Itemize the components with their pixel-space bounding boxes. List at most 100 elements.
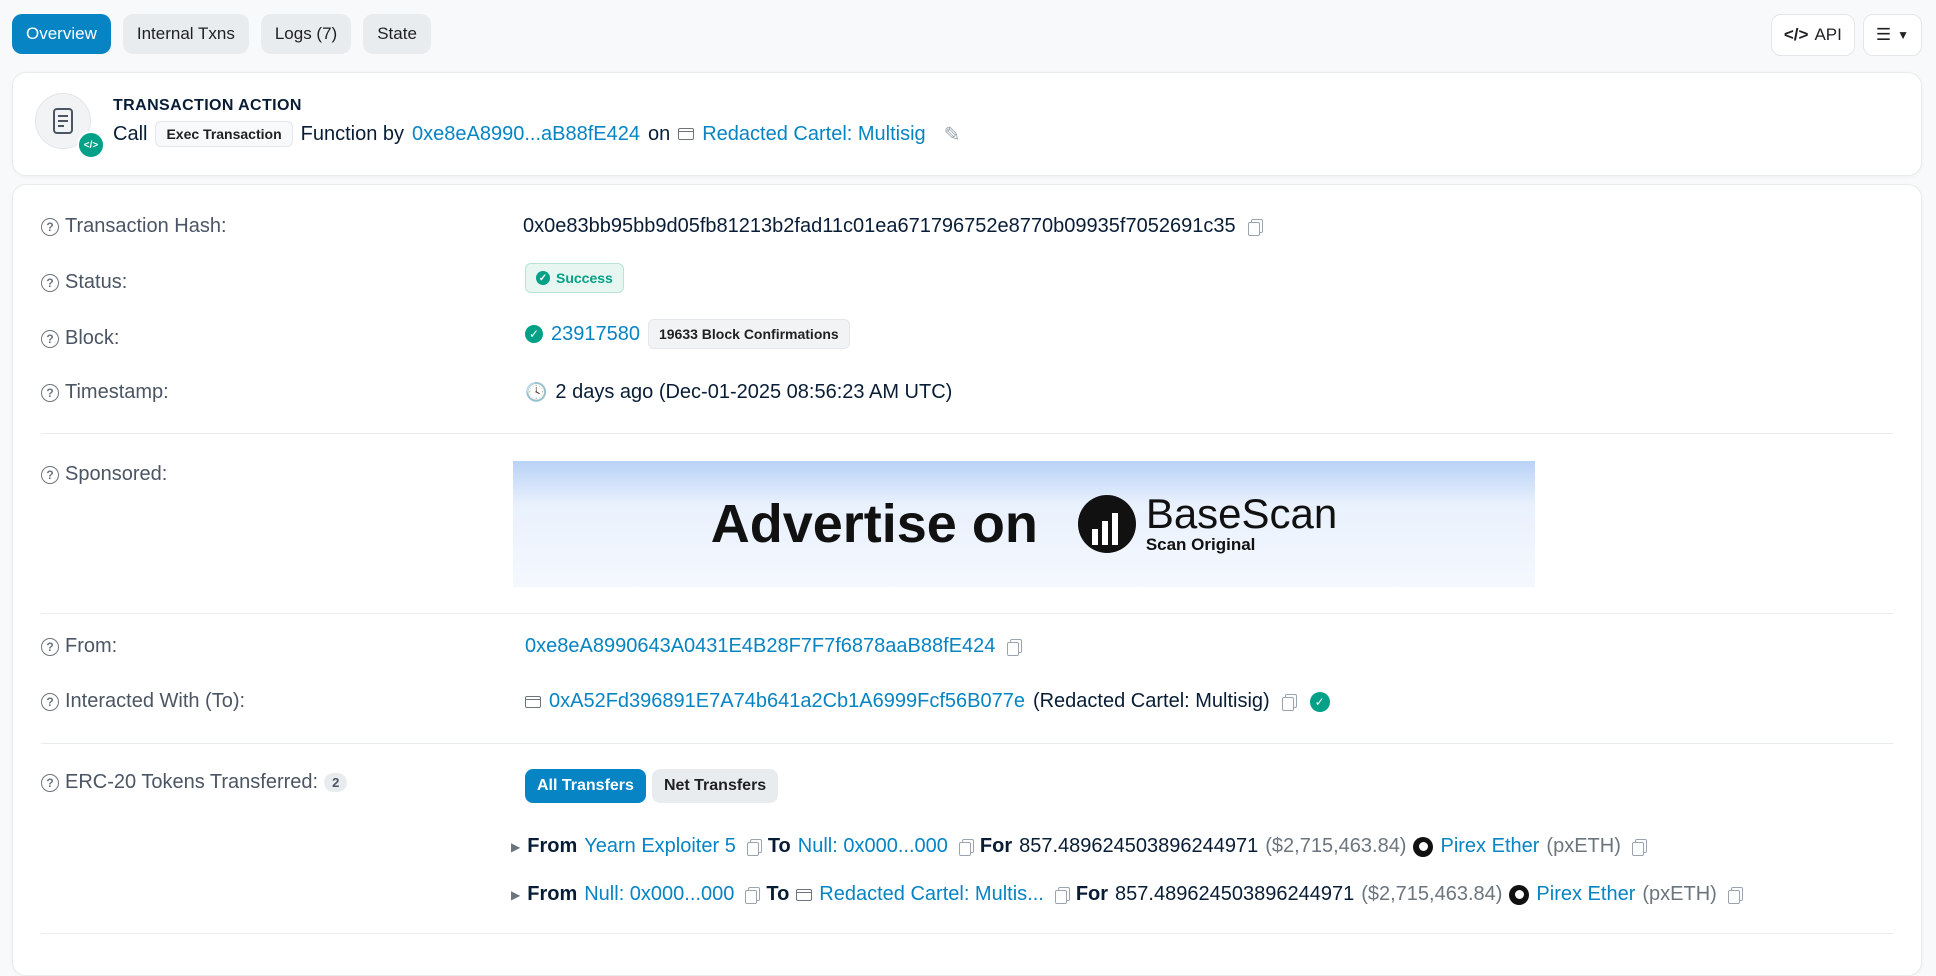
transaction-details-card: ? Transaction Hash: 0x0e83bb95bb9d05fb812… xyxy=(12,184,1922,976)
token-symbol: (pxETH) xyxy=(1546,835,1621,857)
help-icon[interactable]: ? xyxy=(41,637,59,656)
status-badge: ✓ Success xyxy=(525,263,624,293)
transaction-action-card: </> TRANSACTION ACTION Call Exec Transac… xyxy=(12,72,1922,176)
pirex-ether-token-icon xyxy=(1509,884,1530,905)
token-link[interactable]: Pirex Ether xyxy=(1440,835,1539,858)
token-link[interactable]: Pirex Ether xyxy=(1536,883,1635,906)
for-keyword: For xyxy=(979,835,1013,857)
to-keyword: To xyxy=(766,883,790,905)
call-text: Call xyxy=(113,122,148,145)
divider xyxy=(41,933,1893,934)
tab-internal-txns[interactable]: Internal Txns xyxy=(122,14,249,54)
divider xyxy=(41,613,1893,614)
api-button[interactable]: </> API xyxy=(1770,14,1855,56)
tab-logs[interactable]: Logs (7) xyxy=(260,14,352,54)
divider xyxy=(41,743,1893,744)
tab-bar: Overview Internal Txns Logs (7) State xyxy=(12,14,431,54)
to-address-link[interactable]: 0xA52Fd396891E7A74b641a2Cb1A6999Fcf56B07… xyxy=(549,690,1025,713)
copy-icon[interactable] xyxy=(1281,693,1297,711)
copy-icon[interactable] xyxy=(1054,886,1070,904)
status-label: ? Status: xyxy=(41,271,127,294)
block-label: ? Block: xyxy=(41,327,119,350)
help-icon[interactable]: ? xyxy=(41,773,59,792)
help-icon[interactable]: ? xyxy=(41,692,59,711)
ad-brand-name: BaseScan xyxy=(1145,490,1338,537)
ad-headline: Advertise on xyxy=(710,494,1038,554)
caller-address-link[interactable]: 0xe8eA8990...aB88fE424 xyxy=(412,123,640,146)
copy-icon[interactable] xyxy=(1727,886,1743,904)
transfer-to-link[interactable]: Redacted Cartel: Multis... xyxy=(819,883,1044,906)
transfer-row: ▶ From Yearn Exploiter 5 To Null: 0x000.… xyxy=(511,835,1647,858)
from-address-link[interactable]: 0xe8eA8990643A0431E4B28F7F7f6878aaB88fE4… xyxy=(525,635,995,658)
contract-name-link[interactable]: Redacted Cartel: Multisig xyxy=(702,123,925,146)
list-options-button[interactable]: ☰ ▼ xyxy=(1862,14,1922,56)
transfer-usd-value: ($2,715,463.84) xyxy=(1361,883,1503,905)
basescan-logo-icon xyxy=(1077,495,1136,553)
from-label: ? From: xyxy=(41,635,117,658)
copy-icon[interactable] xyxy=(746,838,762,856)
sponsored-label: ? Sponsored: xyxy=(41,463,167,486)
tx-hash-text: 0x0e83bb95bb9d05fb81213b2fad11c01ea67179… xyxy=(523,215,1236,237)
to-contract-name: (Redacted Cartel: Multisig) xyxy=(1032,690,1270,712)
help-icon[interactable]: ? xyxy=(41,329,59,348)
transfer-usd-value: ($2,715,463.84) xyxy=(1265,835,1407,857)
erc20-label: ? ERC-20 Tokens Transferred: 2 xyxy=(41,771,348,794)
transfer-from-link[interactable]: Yearn Exploiter 5 xyxy=(584,835,736,858)
copy-icon[interactable] xyxy=(958,838,974,856)
to-label: ? Interacted With (To): xyxy=(41,690,245,713)
net-transfers-button[interactable]: Net Transfers xyxy=(651,769,779,803)
timestamp-text: 2 days ago (Dec-01-2025 08:56:23 AM UTC) xyxy=(555,381,953,403)
contract-icon xyxy=(796,888,813,901)
block-value: ✓ 23917580 19633 Block Confirmations xyxy=(525,319,850,349)
function-chip: Exec Transaction xyxy=(155,121,293,147)
chevron-down-icon: ▼ xyxy=(1897,28,1909,42)
transfer-from-link[interactable]: Null: 0x000...000 xyxy=(584,883,734,906)
help-icon[interactable]: ? xyxy=(41,273,59,292)
from-value: 0xe8eA8990643A0431E4B28F7F7f6878aaB88fE4… xyxy=(525,635,1023,658)
tab-state[interactable]: State xyxy=(363,14,431,54)
expand-caret-icon[interactable]: ▶ xyxy=(511,840,520,854)
basescan-logo: BaseScan Scan Original xyxy=(1077,490,1338,555)
top-right-actions: </> API ☰ ▼ xyxy=(1770,14,1922,56)
timestamp-value: 🕓 2 days ago (Dec-01-2025 08:56:23 AM UT… xyxy=(525,381,952,404)
list-icon: ☰ xyxy=(1875,25,1892,44)
clock-icon: 🕓 xyxy=(525,382,548,402)
divider xyxy=(41,433,1893,434)
copy-icon[interactable] xyxy=(745,886,761,904)
tab-overview[interactable]: Overview xyxy=(12,14,111,54)
all-transfers-button[interactable]: All Transfers xyxy=(525,769,646,803)
copy-icon[interactable] xyxy=(1631,838,1647,856)
to-keyword: To xyxy=(767,835,791,857)
help-icon[interactable]: ? xyxy=(41,465,59,484)
from-keyword: From xyxy=(527,883,578,905)
ad-brand-tagline: Scan Original xyxy=(1145,535,1256,554)
help-icon[interactable]: ? xyxy=(41,383,59,402)
expand-caret-icon[interactable]: ▶ xyxy=(511,888,520,902)
contract-icon xyxy=(525,695,541,708)
to-value: 0xA52Fd396891E7A74b641a2Cb1A6999Fcf56B07… xyxy=(525,690,1330,713)
token-symbol: (pxETH) xyxy=(1642,883,1717,905)
code-badge-icon: </> xyxy=(77,131,105,159)
transfer-to-link[interactable]: Null: 0x000...000 xyxy=(798,835,948,858)
block-number-link[interactable]: 23917580 xyxy=(551,323,640,346)
help-icon[interactable]: ? xyxy=(41,217,59,236)
transfer-amount: 857.489624503896244971 xyxy=(1019,835,1259,857)
transaction-action-title: TRANSACTION ACTION xyxy=(113,97,302,114)
edit-pencil-icon[interactable]: ✎ xyxy=(944,122,961,147)
status-value: ✓ Success xyxy=(525,263,624,293)
check-circle-icon: ✓ xyxy=(536,271,550,285)
sponsored-ad-banner[interactable]: Advertise on BaseScan Scan Original xyxy=(513,461,1535,587)
verified-check-icon: ✓ xyxy=(1309,691,1330,712)
copy-icon[interactable] xyxy=(1007,638,1023,656)
for-keyword: For xyxy=(1075,883,1109,905)
contract-icon xyxy=(678,128,695,140)
pirex-ether-token-icon xyxy=(1413,836,1434,857)
transfer-amount: 857.489624503896244971 xyxy=(1115,883,1355,905)
function-by-text: Function by xyxy=(300,122,405,145)
on-text: on xyxy=(647,122,671,145)
from-keyword: From xyxy=(527,835,578,857)
check-circle-icon: ✓ xyxy=(525,325,543,343)
erc20-count-badge: 2 xyxy=(324,773,348,792)
transfer-view-toggle: All Transfers Net Transfers xyxy=(525,769,779,803)
copy-icon[interactable] xyxy=(1247,218,1263,236)
